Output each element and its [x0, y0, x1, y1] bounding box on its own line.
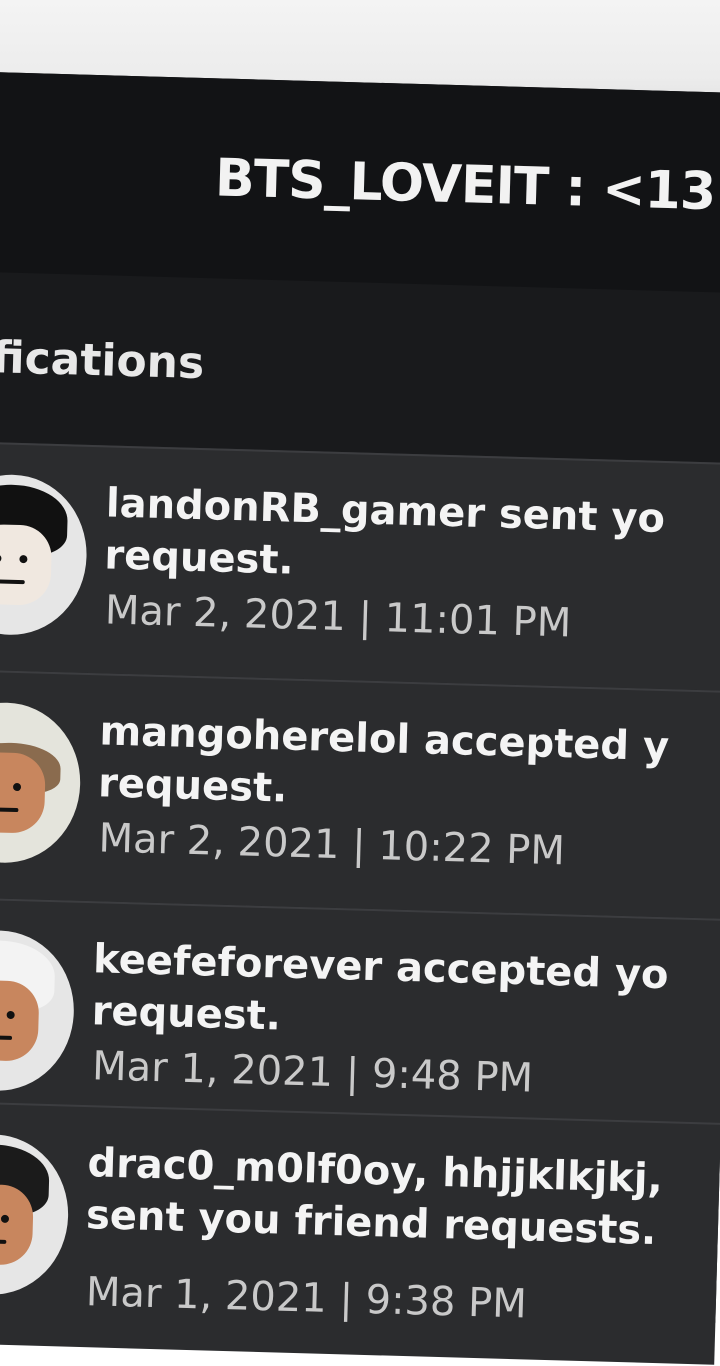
notification-item[interactable]: drac0_m0lf0oy, hhjjklkjkj, sent you frie…: [0, 1101, 720, 1365]
notification-text[interactable]: drac0_m0lf0oy, hhjjklkjkj, sent you frie…: [85, 1137, 720, 1259]
top-bar: BTS_LOVEIT : <13: [0, 72, 720, 294]
monitor-screen: BTS_LOVEIT : <13 fications landonRB_game…: [0, 72, 720, 1365]
username-label[interactable]: BTS_LOVEIT : <13: [214, 148, 716, 222]
avatar-icon[interactable]: [0, 1132, 71, 1297]
notification-time: Mar 2, 2021 | 11:01 PM: [104, 587, 572, 647]
avatar-icon[interactable]: [0, 700, 83, 865]
notification-item[interactable]: mangoherelol accepted y request. Mar 2, …: [0, 669, 720, 919]
notification-text[interactable]: keefeforever accepted yo request.: [91, 933, 720, 1055]
notifications-heading: fications: [0, 332, 205, 390]
avatar-icon[interactable]: [0, 472, 89, 637]
notification-text[interactable]: mangoherelol accepted y request.: [97, 705, 720, 827]
notification-item[interactable]: landonRB_gamer sent yo request. Mar 2, 2…: [0, 441, 720, 691]
notification-text[interactable]: landonRB_gamer sent yo request.: [104, 477, 720, 599]
avatar-icon[interactable]: [0, 928, 77, 1093]
notification-time: Mar 1, 2021 | 9:38 PM: [85, 1269, 528, 1328]
notification-time: Mar 2, 2021 | 10:22 PM: [98, 815, 566, 875]
notification-time: Mar 1, 2021 | 9:48 PM: [91, 1043, 534, 1102]
